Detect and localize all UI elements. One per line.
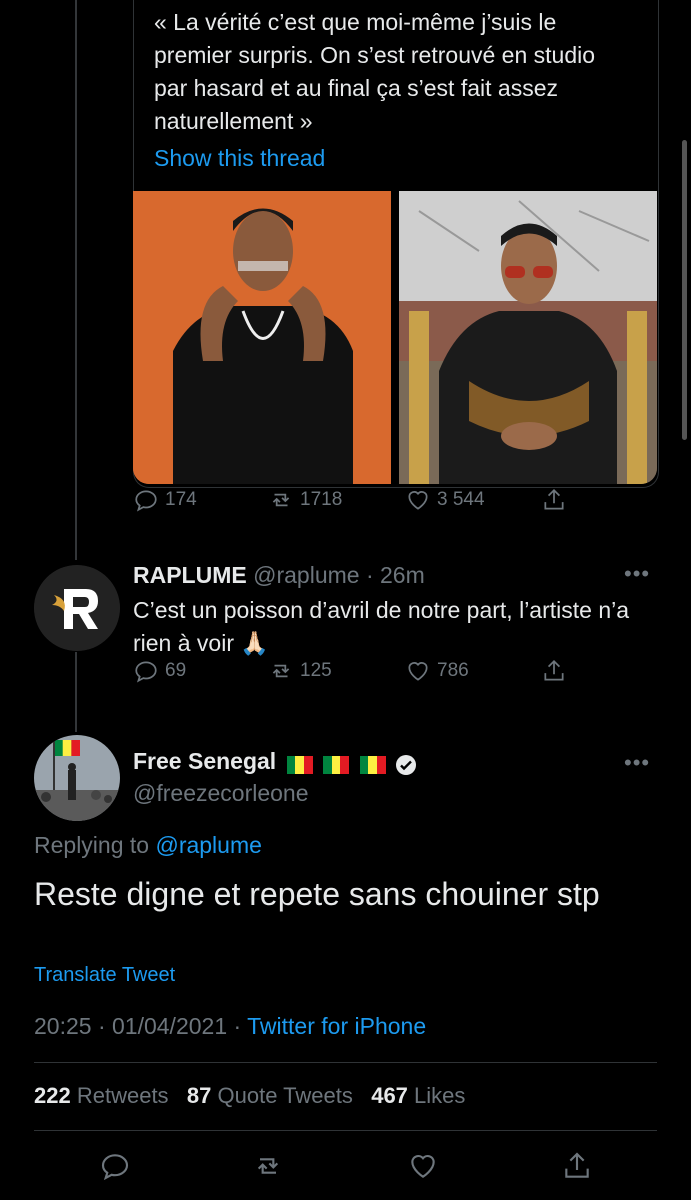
share-icon — [544, 660, 564, 681]
more-icon: ••• — [624, 561, 651, 586]
raplume-name[interactable]: RAPLUME — [133, 562, 247, 588]
free-senegal-handle[interactable]: @freezecorleone — [133, 780, 309, 807]
heart-icon[interactable] — [407, 1150, 439, 1182]
more-icon: ••• — [624, 750, 651, 775]
scrollbar[interactable] — [682, 140, 687, 440]
translate-tweet-link[interactable]: Translate Tweet — [34, 964, 175, 987]
retweets-stat[interactable]: 222 Retweets — [34, 1083, 169, 1108]
tweet-source[interactable]: Twitter for iPhone — [247, 1013, 426, 1039]
replying-to: Replying to @raplume — [34, 832, 262, 859]
raplume-reply-text: C’est un poisson d’avril de notre part, … — [133, 597, 630, 656]
quotes-stat[interactable]: 87 Quote Tweets — [187, 1083, 353, 1108]
raplume-header: RAPLUME @raplume · 26m — [133, 562, 425, 589]
protest-photo-avatar — [34, 735, 120, 821]
verified-icon — [396, 754, 416, 775]
retweets-label: Retweets — [76, 1083, 169, 1108]
tweet-stats: 222 Retweets 87 Quote Tweets 467 Likes — [34, 1083, 465, 1109]
divider-top — [34, 1062, 657, 1063]
raplume-logo-icon — [34, 565, 120, 651]
reply-button[interactable]: 174 — [133, 487, 197, 513]
raplume-more-button[interactable]: ••• — [624, 561, 650, 587]
person-photo-right — [399, 191, 657, 484]
share-button[interactable] — [541, 658, 567, 684]
retweet-count: 125 — [300, 660, 332, 681]
like-button[interactable]: 3 544 — [405, 487, 485, 513]
share-icon[interactable] — [561, 1150, 593, 1182]
tweet-photo-right[interactable] — [399, 191, 657, 484]
thread-line-top — [75, 0, 77, 560]
replying-to-label: Replying to — [34, 832, 150, 858]
like-button[interactable]: 786 — [405, 658, 469, 684]
senegal-flag-icon — [286, 755, 313, 774]
reply-icon[interactable] — [99, 1150, 131, 1182]
like-count: 3 544 — [437, 489, 485, 510]
likes-label: Likes — [414, 1083, 466, 1108]
quotes-count: 87 — [186, 1083, 212, 1108]
quote-tweet-text: « La vérité c’est que moi-même j’suis le… — [154, 9, 596, 134]
reply-count: 69 — [165, 660, 187, 681]
raplume-handle[interactable]: @raplume — [253, 562, 359, 588]
likes-stat[interactable]: 467 Likes — [371, 1083, 465, 1108]
free-senegal-name[interactable]: Free Senegal — [133, 748, 276, 774]
reply-button[interactable]: 69 — [133, 658, 186, 684]
main-tweet-header: Free Senegal — [133, 748, 418, 777]
heart-icon — [408, 662, 428, 681]
retweet-icon — [272, 493, 290, 507]
main-tweet-more-button[interactable]: ••• — [624, 750, 650, 776]
likes-count: 467 — [371, 1083, 408, 1108]
show-thread-link[interactable]: Show this thread — [154, 145, 325, 172]
retweet-icon[interactable] — [252, 1150, 284, 1182]
share-button[interactable] — [541, 487, 567, 513]
like-count: 786 — [437, 660, 469, 681]
person-photo-left — [133, 191, 391, 484]
divider-bottom — [34, 1130, 657, 1131]
tweet-photo-left[interactable] — [133, 191, 391, 484]
thread-line-middle — [75, 652, 77, 732]
retweet-count: 1718 — [300, 489, 343, 510]
retweet-button[interactable]: 125 — [268, 658, 332, 684]
senegal-flag-icon — [323, 755, 350, 774]
main-tweet-text: Reste digne et repete sans chouiner stp — [34, 876, 600, 912]
retweet-button[interactable]: 1718 — [268, 487, 342, 513]
reply-count: 174 — [165, 489, 197, 510]
free-senegal-avatar[interactable] — [34, 735, 120, 821]
tweet-timestamp[interactable]: 20:25 · 01/04/2021 · — [34, 1013, 241, 1039]
retweet-icon — [272, 664, 290, 678]
raplume-time: · 26m — [365, 562, 425, 588]
reply-icon — [135, 490, 157, 512]
retweets-count: 222 — [34, 1083, 71, 1108]
heart-icon — [408, 491, 428, 510]
tweet-meta: 20:25 · 01/04/2021 · Twitter for iPhone — [34, 1013, 426, 1040]
share-icon — [544, 489, 564, 510]
raplume-avatar[interactable] — [34, 565, 120, 651]
replying-to-handle[interactable]: @raplume — [155, 832, 261, 858]
senegal-flag-icon — [359, 755, 386, 774]
quotes-label: Quote Tweets — [217, 1083, 353, 1108]
reply-icon — [135, 661, 157, 683]
